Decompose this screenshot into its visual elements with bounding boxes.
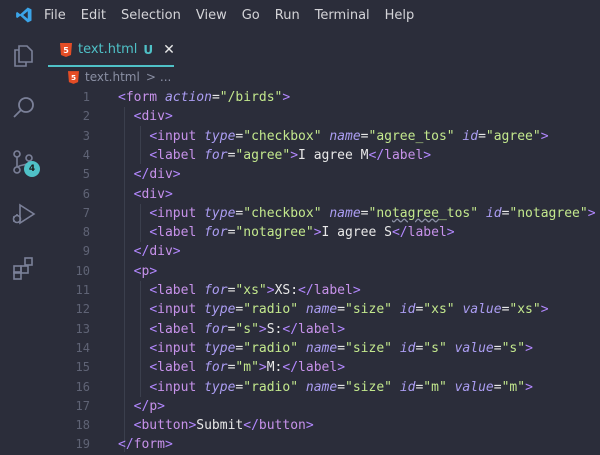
close-icon[interactable]: ✕: [163, 42, 175, 58]
menu-go[interactable]: Go: [242, 8, 260, 23]
explorer-icon[interactable]: [10, 42, 38, 70]
code-line: 12 <input type="radio" name="size" id="x…: [75, 302, 549, 318]
code-editor[interactable]: 1 <form action="/birds"> 2 <div> 3 <input…: [48, 88, 600, 454]
scm-badge: 4: [24, 161, 40, 177]
menu-selection[interactable]: Selection: [121, 8, 181, 23]
code-line: 8 <label for="notagree">I agree S</label…: [82, 225, 455, 241]
code-line: 11 <label for="xs">XS:</label>: [75, 283, 361, 298]
code-line: 6 <div>: [82, 186, 173, 202]
code-line: 10 <p>: [75, 263, 158, 279]
menu-file[interactable]: File: [44, 8, 66, 23]
code-line: 7 <input type="checkbox" name="notagree_…: [82, 205, 596, 221]
menu-run[interactable]: Run: [275, 8, 300, 23]
code-line: 9 </div>: [82, 244, 181, 260]
code-line: 1 <form action="/birds">: [82, 90, 291, 105]
menu-terminal[interactable]: Terminal: [315, 8, 370, 23]
vscode-logo-icon: [0, 0, 48, 30]
code-line: 14 <input type="radio" name="size" id="s…: [75, 340, 533, 356]
code-line: 17 </p>: [75, 398, 165, 414]
code-line: 15 <label for="m">M:</label>: [75, 360, 346, 376]
search-icon[interactable]: [10, 94, 38, 122]
code-line: 2 <div>: [82, 109, 173, 125]
menu-edit[interactable]: Edit: [81, 8, 106, 23]
svg-text:5: 5: [71, 73, 76, 82]
menu-bar: File Edit Selection View Go Run Terminal…: [0, 0, 600, 30]
breadcrumb-separator: >: [145, 70, 156, 84]
tab-text-html[interactable]: 5 text.html U ✕: [48, 34, 175, 67]
code-line: 3 <input type="checkbox" name="agree_tos…: [82, 128, 549, 144]
code-line: 19 </form>: [75, 437, 173, 453]
code-line: 18 <button>Submit</button>: [75, 418, 314, 434]
breadcrumb-file[interactable]: text.html: [85, 70, 140, 84]
menu-help[interactable]: Help: [385, 8, 415, 23]
code-line: 16 <input type="radio" name="size" id="m…: [75, 379, 533, 395]
tab-untracked-status: U: [143, 42, 154, 57]
breadcrumb-symbols[interactable]: ...: [160, 70, 171, 84]
editor-tabs: 5 text.html U ✕: [48, 30, 600, 67]
html5-icon: 5: [68, 70, 79, 84]
extensions-icon[interactable]: [10, 254, 38, 282]
run-debug-icon[interactable]: [10, 200, 38, 228]
menu-view[interactable]: View: [196, 8, 227, 23]
tab-filename: text.html: [78, 42, 138, 57]
code-line: 4 <label for="agree">I agree M</label>: [82, 147, 432, 163]
breadcrumb: 5 text.html > ...: [48, 66, 600, 88]
activity-bar: 4: [0, 30, 48, 454]
code-line: 13 <label for="s">S:</label>: [75, 321, 346, 337]
html5-icon: 5: [60, 42, 72, 57]
code-line: 5 </div>: [82, 167, 181, 183]
svg-text:5: 5: [63, 46, 69, 55]
